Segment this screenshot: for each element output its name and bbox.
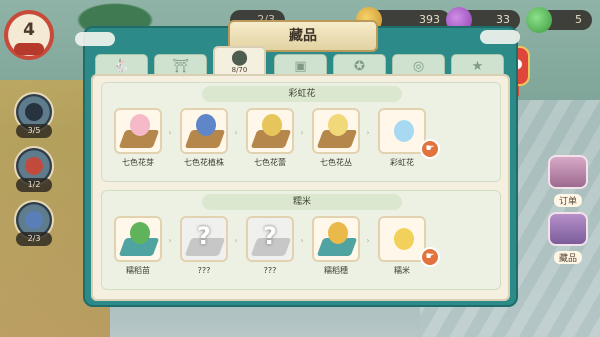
fish-icon xyxy=(25,211,43,229)
rabbit-icon: 🐇 xyxy=(113,59,130,74)
question-mark-icon: ? xyxy=(197,222,211,250)
leaf-icon xyxy=(526,7,552,33)
chevron-right-icon: › xyxy=(366,236,370,245)
collection-section-glutinous-rice: 糯米 糯稻苗 › ???? › ???? › 糯稻穗 › 糯米 ☛ xyxy=(101,190,501,290)
cloud-decoration xyxy=(480,30,520,44)
worker-slot-2-count: 1/2 xyxy=(16,178,52,192)
category-tabs: 🐇 ⛩ ⬤ 8/70 ▣ ✪ ◎ ★ xyxy=(95,46,511,78)
list-item[interactable]: 七色花植株 xyxy=(180,108,228,168)
rice-seedling-icon xyxy=(130,222,150,244)
flower-plant-icon xyxy=(196,114,216,136)
list-item[interactable]: 糯稻苗 xyxy=(114,216,162,276)
tab-animals[interactable]: 🐇 xyxy=(95,54,148,76)
house-icon: ⛩ xyxy=(172,59,189,74)
chevron-right-icon: › xyxy=(234,236,238,245)
leaf-counter[interactable]: 5 xyxy=(526,7,592,33)
collection-progress: 8/70 xyxy=(231,66,248,74)
flower-budding-icon xyxy=(262,114,282,136)
bird-icon xyxy=(25,103,43,121)
glutinous-rice-icon xyxy=(394,228,414,250)
coin-icon: ◎ xyxy=(412,59,425,74)
list-item[interactable]: 七色花丛 xyxy=(312,108,360,168)
tab-special[interactable]: ★ xyxy=(451,54,504,76)
list-item[interactable]: 糯米 xyxy=(378,216,426,276)
candy-icon: ✪ xyxy=(354,59,365,74)
worker-slot-3-count: 2/3 xyxy=(16,232,52,246)
collection-content: 彩虹花 七色花芽 › 七色花植株 › 七色花蕾 › 七色花丛 › 彩虹花 ☛ 糯… xyxy=(91,74,510,301)
order-icon xyxy=(548,155,588,189)
tab-candy[interactable]: ✪ xyxy=(333,54,386,76)
tab-coins[interactable]: ◎ xyxy=(392,54,445,76)
tab-buildings[interactable]: ⛩ xyxy=(154,54,207,76)
seed-bag-icon: ⬤ xyxy=(231,48,248,66)
flower-bush-icon xyxy=(328,114,348,136)
section-title: 彩虹花 xyxy=(202,86,402,102)
list-item[interactable]: 七色花蕾 xyxy=(246,108,294,168)
rice-ear-icon xyxy=(328,222,348,244)
chevron-right-icon: › xyxy=(168,128,172,137)
player-level-badge[interactable]: 4 xyxy=(4,10,54,60)
hand-pointer-icon[interactable]: ☛ xyxy=(420,247,440,267)
worker-slot-1-count: 3/5 xyxy=(16,124,52,138)
order-button[interactable]: 订单 xyxy=(545,155,591,208)
collection-section-rainbow-flower: 彩虹花 七色花芽 › 七色花植株 › 七色花蕾 › 七色花丛 › 彩虹花 ☛ xyxy=(101,82,501,182)
collection-button[interactable]: 藏品 xyxy=(545,212,591,265)
chevron-right-icon: › xyxy=(300,236,304,245)
chevron-right-icon: › xyxy=(300,128,304,137)
tab-cloth[interactable]: ▣ xyxy=(274,54,327,76)
chevron-right-icon: › xyxy=(234,128,238,137)
chevron-right-icon: › xyxy=(168,236,172,245)
section-title: 糯米 xyxy=(202,194,402,210)
flower-bud-icon xyxy=(130,114,150,136)
cloud-decoration xyxy=(75,32,115,46)
star-icon: ★ xyxy=(471,59,484,74)
list-item[interactable]: ???? xyxy=(180,216,228,276)
list-item[interactable]: 糯稻穗 xyxy=(312,216,360,276)
rainbow-flower-icon xyxy=(394,120,414,142)
list-item[interactable]: 彩虹花 xyxy=(378,108,426,168)
list-item[interactable]: ???? xyxy=(246,216,294,276)
warrior-icon xyxy=(25,157,43,175)
cloth-icon: ▣ xyxy=(294,59,307,74)
chevron-right-icon: › xyxy=(366,128,370,137)
question-mark-icon: ? xyxy=(263,222,277,250)
hand-pointer-icon[interactable]: ☛ xyxy=(420,139,440,159)
list-item[interactable]: 七色花芽 xyxy=(114,108,162,168)
collection-icon xyxy=(548,212,588,246)
collection-panel: 藏品 🐇 ⛩ ⬤ 8/70 ▣ ✪ ◎ ★ 彩虹花 七色花芽 › 七色花植株 ›… xyxy=(75,20,520,307)
